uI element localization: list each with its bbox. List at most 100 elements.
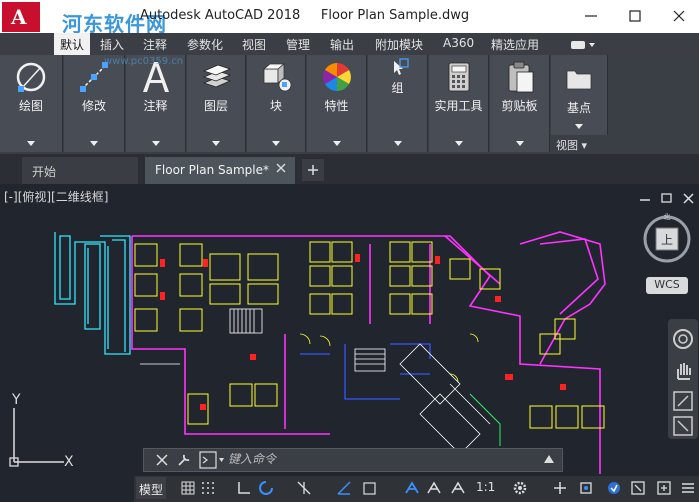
base-point-icon [566, 70, 592, 90]
ribbon-utilities-label: 实用工具 [434, 99, 483, 113]
application-menu-button[interactable]: A [2, 2, 40, 32]
ribbon-panel-area: 绘图 修改 注释 图层 块 特性 组 实用工具 剪贴板 基点 [0, 55, 699, 154]
minimize-icon[interactable] [581, 6, 601, 26]
view-panel-label[interactable]: 视图 ▾ [556, 137, 587, 153]
chevron-down-icon [151, 141, 160, 146]
orbit-icon[interactable] [671, 414, 695, 438]
chevron-down-icon [454, 141, 463, 146]
ribbon-utilities-button[interactable]: 实用工具 [429, 55, 489, 152]
ribbon-group-button[interactable]: 组 [368, 55, 428, 152]
tab-parametric[interactable]: 参数化 [187, 36, 223, 53]
annotation-visibility-icon[interactable] [404, 480, 420, 496]
calculator-icon [448, 62, 469, 92]
ribbon-properties-button[interactable]: 特性 [307, 55, 367, 152]
customization-menu-icon[interactable] [680, 480, 696, 496]
viewport-controls[interactable]: [-][俯视][二维线框] [4, 188, 108, 205]
ribbon-modify-button[interactable]: 修改 [64, 55, 125, 152]
tab-manage[interactable]: 管理 [286, 36, 310, 53]
tab-view[interactable]: 视图 [242, 36, 266, 53]
viewcube-icon[interactable]: 上 北 [640, 212, 698, 282]
annotation-scale-icon[interactable] [450, 480, 466, 496]
tab-a360[interactable]: A360 [443, 36, 474, 50]
chevron-down-icon [90, 141, 98, 146]
polar-tracking-icon[interactable] [258, 480, 274, 496]
wcs-menu[interactable]: WCS [646, 277, 688, 294]
ribbon-annotation-button[interactable]: 注释 [126, 55, 186, 152]
navigation-bar [668, 319, 698, 439]
pan-hand-icon[interactable] [671, 359, 695, 383]
ucs-icon: Y X [9, 392, 74, 470]
app-logo-letter: A [11, 5, 27, 29]
chevron-down-icon [272, 141, 280, 146]
gear-icon[interactable] [512, 480, 528, 496]
isodraft-icon[interactable] [296, 480, 312, 496]
snap-icon[interactable] [200, 480, 216, 496]
document-tab-bar: 开始 Floor Plan Sample* [0, 154, 699, 184]
red-markers [160, 254, 566, 410]
plus-icon [308, 165, 318, 175]
ribbon-group-label: 组 [391, 81, 404, 95]
grid-icon[interactable] [180, 480, 196, 496]
isolate-objects-icon[interactable] [578, 480, 594, 496]
ribbon-base-point-label: 基点 [566, 101, 591, 115]
chevron-down-icon [515, 141, 524, 146]
tab-start[interactable]: 开始 [22, 157, 138, 184]
selection-cycling-icon[interactable] [362, 480, 378, 496]
tab-annotate[interactable]: 注释 [143, 36, 167, 53]
close-tab-icon[interactable] [276, 163, 286, 173]
command-input[interactable] [228, 450, 528, 468]
new-tab-button[interactable] [302, 159, 324, 181]
window-title: Autodesk AutoCAD 2018 Floor Plan Sample.… [140, 8, 470, 23]
viewport-window-controls[interactable] [638, 192, 696, 204]
stairs [229, 308, 491, 455]
chevron-down-icon [332, 141, 341, 146]
title-bar: A 河东软件网 Autodesk AutoCAD 2018 Floor Plan… [0, 0, 699, 36]
object-snap-icon[interactable] [336, 480, 352, 496]
ribbon-properties-label: 特性 [324, 99, 349, 113]
zoom-extents-icon[interactable] [671, 389, 695, 413]
tab-addins[interactable]: 附加模块 [375, 36, 423, 53]
properties-icon [322, 63, 351, 91]
chevron-down-icon [393, 141, 402, 146]
watermark-url: www.pc0359.cn [104, 56, 184, 67]
ribbon-clipboard-button[interactable]: 剪贴板 [490, 55, 550, 152]
steering-wheel-icon[interactable] [671, 327, 695, 351]
ucs-y-label: Y [11, 392, 21, 408]
svg-text:北: 北 [664, 213, 671, 221]
hardware-acceleration-icon[interactable] [606, 480, 622, 496]
tab-default[interactable]: 默认 [54, 33, 91, 55]
maximize-icon[interactable] [625, 6, 645, 26]
auto-scale-icon[interactable] [426, 480, 442, 496]
model-space-button[interactable]: 模型 [136, 477, 166, 499]
cyan-structures [54, 232, 131, 355]
tab-floor-plan-sample[interactable]: Floor Plan Sample* [145, 157, 295, 184]
close-command-line-icon[interactable] [156, 454, 168, 466]
ribbon-base-point-button[interactable]: 基点 [551, 55, 608, 135]
autocad-window: A 河东软件网 Autodesk AutoCAD 2018 Floor Plan… [0, 0, 699, 502]
viewcube-face-label: 上 [661, 233, 673, 247]
plus-icon[interactable] [552, 480, 568, 496]
ribbon-block-label: 块 [269, 99, 282, 113]
ribbon-layers-button[interactable]: 图层 [187, 55, 246, 152]
ucs-x-label: X [64, 454, 74, 470]
chevron-down-icon [575, 124, 583, 129]
ribbon-block-button[interactable]: 块 [247, 55, 306, 152]
draw-icon [16, 62, 46, 92]
ribbon-layers-label: 图层 [203, 99, 228, 113]
fullscreen-icon[interactable] [656, 480, 672, 496]
ribbon-draw-button[interactable]: 绘图 [0, 55, 63, 152]
close-icon[interactable] [669, 6, 689, 26]
ribbon-draw-label: 绘图 [18, 99, 43, 113]
tab-insert[interactable]: 插入 [100, 36, 124, 53]
chevron-down-icon [212, 141, 220, 146]
tab-output[interactable]: 输出 [330, 36, 354, 53]
command-prompt-icon[interactable] [199, 451, 225, 469]
wrench-icon[interactable] [176, 452, 192, 468]
ortho-icon[interactable] [236, 480, 252, 496]
annotation-scale-value[interactable]: 1:1 [476, 480, 495, 494]
ribbon-minimize-toggle-icon[interactable] [570, 39, 596, 51]
chevron-up-icon[interactable] [544, 455, 554, 463]
chevron-down-icon [27, 141, 35, 146]
clean-screen-icon[interactable] [630, 480, 646, 496]
tab-featured-apps[interactable]: 精选应用 [491, 36, 539, 53]
